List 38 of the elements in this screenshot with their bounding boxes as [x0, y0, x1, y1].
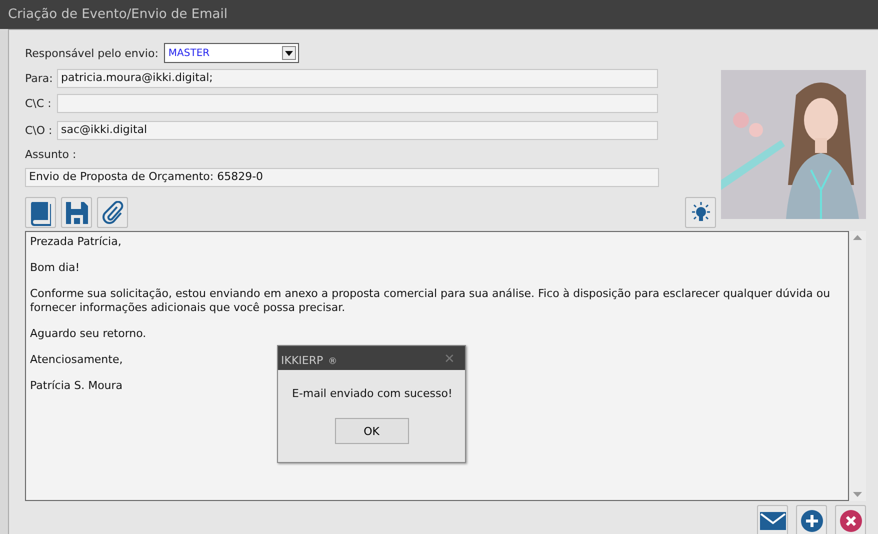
book-button[interactable] — [25, 197, 56, 228]
cancel-button[interactable] — [835, 505, 866, 534]
scroll-down-icon — [853, 492, 862, 497]
book-icon — [30, 200, 52, 226]
message-paragraph: Bom dia! — [30, 261, 80, 275]
field-label: C\C : — [25, 97, 52, 110]
caret-icon — [285, 50, 294, 56]
paperclip-icon — [102, 200, 124, 224]
save-button[interactable] — [61, 197, 92, 228]
message-paragraph: Patrícia S. Moura — [30, 379, 123, 393]
subject-field[interactable]: Envio de Proposta de Orçamento: 65829-0 — [25, 168, 659, 186]
envelope-icon — [760, 512, 786, 530]
scroll-up-icon — [853, 235, 862, 240]
registered-mark: ® — [328, 356, 338, 366]
scrollbar[interactable] — [849, 231, 866, 501]
dialog-title: IKKIERP — [281, 354, 324, 366]
attach-button[interactable] — [97, 197, 128, 228]
send-button[interactable] — [757, 505, 788, 534]
message-paragraph: Atenciosamente, — [30, 353, 123, 367]
plus-icon — [800, 510, 822, 532]
ok-button[interactable]: OK — [334, 418, 408, 444]
sender-dropdown[interactable]: MASTER — [164, 43, 300, 63]
window-title: Criação de Evento/Envio de Email — [0, 0, 878, 29]
input-field[interactable]: sac@ikki.digital — [57, 121, 658, 140]
input-field[interactable]: patricia.moura@ikki.digital; — [57, 68, 658, 88]
subject-label: Assunto : — [25, 148, 76, 160]
message-paragraph: Conforme sua solicitação, estou enviando em anexo a proposta comercial para sua análise. Fico à disposição para esclarecer qualquer dúvida ou fornecer informações adicionais que você possa precisar. — [30, 287, 832, 315]
tip-button[interactable] — [685, 197, 716, 228]
dialog-message: E-mail enviado com sucesso! — [292, 387, 452, 400]
add-button[interactable] — [796, 505, 827, 534]
input-field[interactable] — [57, 94, 658, 113]
message-body[interactable] — [25, 231, 849, 501]
sender-label: Responsável pelo envio: — [25, 46, 158, 60]
message-paragraph: Prezada Patrícia, — [30, 235, 122, 249]
field-label: C\O : — [25, 124, 54, 137]
close-icon — [840, 510, 862, 532]
message-paragraph: Aguardo seu retorno. — [30, 327, 146, 341]
field-label: Para: — [25, 72, 54, 84]
